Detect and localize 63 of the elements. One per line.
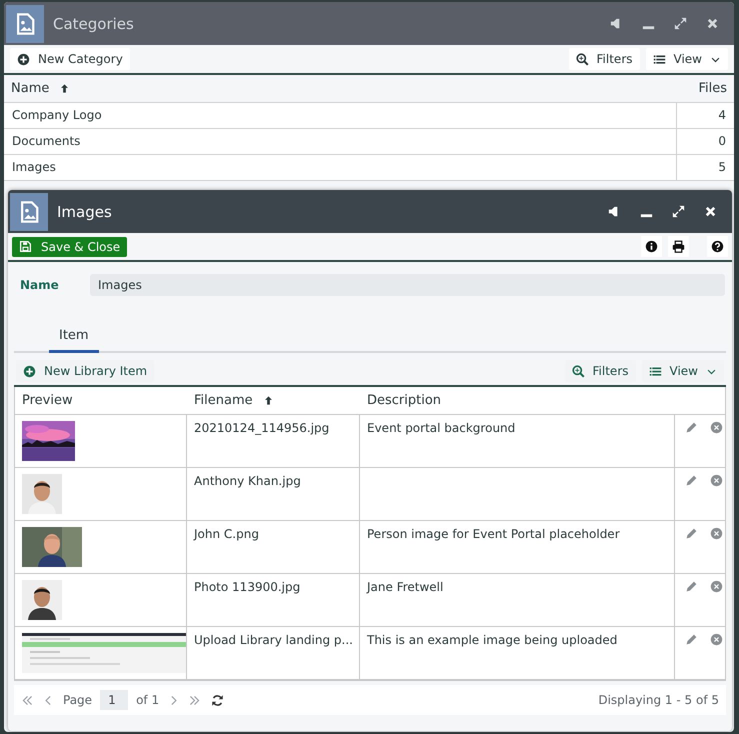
last-page-icon[interactable] bbox=[188, 694, 202, 706]
zoom-in-icon bbox=[572, 364, 585, 378]
sort-arrow-icon bbox=[59, 83, 70, 94]
close-icon[interactable] bbox=[703, 204, 718, 219]
refresh-icon[interactable] bbox=[211, 694, 224, 706]
table-cell: Anthony Khan.jpg bbox=[187, 468, 360, 521]
print-icon[interactable] bbox=[668, 236, 689, 257]
table-cell: Documents bbox=[4, 129, 676, 155]
pencil-icon[interactable] bbox=[685, 580, 698, 593]
pencil-icon[interactable] bbox=[685, 474, 698, 487]
image-icon bbox=[18, 200, 40, 222]
table-cell: Jane Fretwell bbox=[360, 574, 675, 627]
new-button[interactable]: New Library Item bbox=[16, 360, 154, 382]
delete-icon[interactable] bbox=[710, 527, 723, 540]
table-cell: Person image for Event Portal placeholder bbox=[360, 521, 675, 574]
table-cell: 4 bbox=[676, 103, 734, 129]
page-count: of 1 bbox=[136, 693, 160, 707]
zoom-in-icon bbox=[576, 52, 589, 66]
table-cell: 0 bbox=[676, 129, 734, 155]
table-cell: Company Logo bbox=[4, 103, 676, 129]
window-title: Categories bbox=[53, 14, 135, 32]
info-icon[interactable] bbox=[641, 236, 662, 257]
help-icon[interactable] bbox=[707, 236, 728, 257]
table-cell: Photo 113900.jpg bbox=[187, 574, 360, 627]
first-page-icon[interactable] bbox=[21, 694, 34, 706]
plus-icon bbox=[23, 364, 36, 378]
column-header[interactable]: Name bbox=[4, 75, 676, 103]
maximize-icon[interactable] bbox=[671, 204, 686, 219]
tab[interactable]: Item bbox=[49, 322, 99, 353]
table-cell: This is an example image being uploaded bbox=[360, 627, 675, 680]
delete-icon[interactable] bbox=[710, 421, 723, 434]
image-icon bbox=[14, 12, 36, 34]
list-icon bbox=[652, 52, 666, 66]
window-title: Images bbox=[57, 202, 113, 220]
sort-arrow-icon bbox=[262, 395, 274, 406]
maximize-icon[interactable] bbox=[673, 16, 688, 31]
table-cell: 20210124_114956.jpg bbox=[187, 415, 360, 468]
column-header[interactable]: Files bbox=[676, 75, 734, 103]
table-cell: Event portal background bbox=[360, 415, 675, 468]
filters-button[interactable]: Filters bbox=[564, 360, 636, 382]
field-label: Name bbox=[20, 278, 60, 292]
page-summary: Displaying 1 - 5 of 5 bbox=[598, 693, 719, 707]
delete-icon[interactable] bbox=[710, 474, 723, 487]
list-icon bbox=[648, 364, 662, 378]
name-field[interactable]: Images bbox=[90, 274, 725, 296]
view-button[interactable]: View bbox=[642, 360, 724, 382]
plus-icon bbox=[17, 52, 30, 66]
page-label: Page bbox=[63, 693, 92, 707]
pencil-icon[interactable] bbox=[685, 633, 698, 646]
filters-button[interactable]: Filters bbox=[568, 48, 640, 70]
table-cell: John C.png bbox=[187, 521, 360, 574]
pencil-icon[interactable] bbox=[685, 421, 698, 434]
table-cell: Upload Library landing p... bbox=[187, 627, 360, 680]
page-field[interactable]: 1 bbox=[100, 690, 128, 710]
save-close-button[interactable]: Save & Close bbox=[12, 236, 128, 256]
delete-icon[interactable] bbox=[710, 580, 723, 593]
close-icon[interactable] bbox=[705, 16, 720, 31]
new-button[interactable]: New Category bbox=[10, 48, 130, 70]
pencil-icon[interactable] bbox=[685, 527, 698, 540]
view-button[interactable]: View bbox=[646, 48, 728, 70]
table-cell: 5 bbox=[676, 155, 734, 181]
delete-icon[interactable] bbox=[710, 633, 723, 646]
table-cell: Images bbox=[4, 155, 676, 181]
